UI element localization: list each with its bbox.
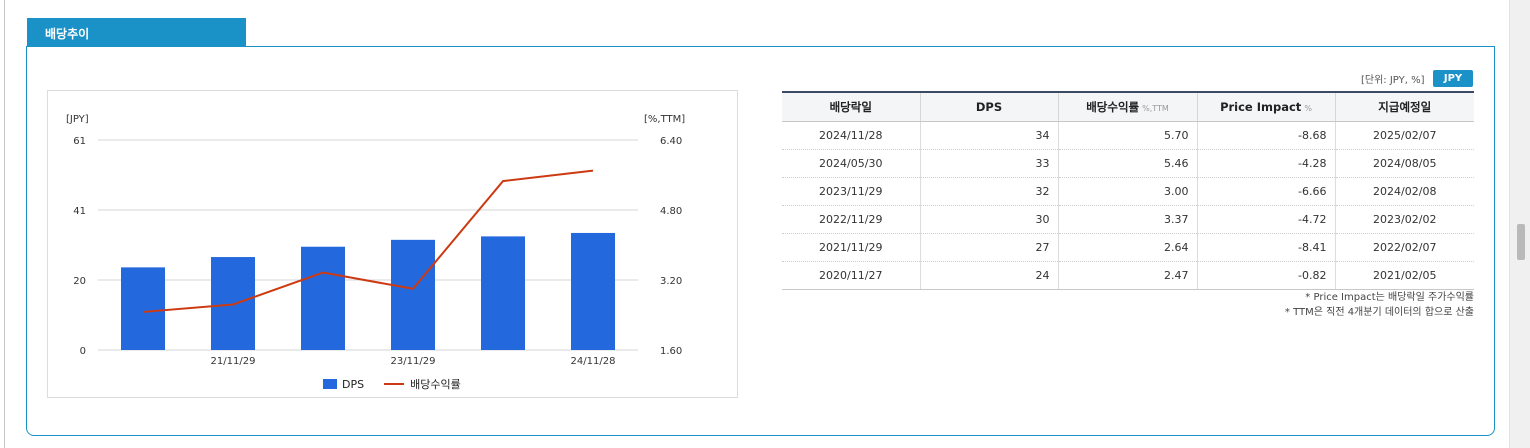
table-row: 2024/11/28 34 5.70 -8.68 2025/02/07 xyxy=(782,121,1474,150)
note-price-impact: * Price Impact는 배당락일 주가수익률 xyxy=(1305,292,1474,303)
x-tick-label: 23/11/29 xyxy=(391,356,436,367)
table-cell: -4.28 xyxy=(1196,149,1335,178)
table-header-label: DPS xyxy=(975,99,1003,114)
table-cell: 3.37 xyxy=(1057,205,1197,234)
table-cell: 2.47 xyxy=(1057,261,1197,290)
table-cell: 5.70 xyxy=(1057,121,1197,150)
table-cell: -6.66 xyxy=(1196,177,1335,206)
table-cell: 32 xyxy=(919,177,1058,206)
table-cell: 2.64 xyxy=(1057,233,1197,262)
dps-bar xyxy=(301,246,345,350)
table-cell: 2022/02/07 xyxy=(1334,233,1474,262)
table-header-cell: DPS xyxy=(919,91,1058,122)
legend-dps-label: DPS xyxy=(342,377,365,391)
right-axis-unit: [%,TTM] xyxy=(644,114,685,125)
table-cell: 2021/02/05 xyxy=(1334,261,1474,290)
x-tick-label: 24/11/28 xyxy=(571,356,616,367)
table-header-unit: % xyxy=(1304,103,1312,113)
table-cell: 27 xyxy=(919,233,1058,262)
legend-yield-swatch xyxy=(384,383,405,385)
table-header-row: 배당락일 DPS 배당수익률 %,TTM Price Impact% 지급예정일 xyxy=(782,91,1474,122)
table-cell: 2021/11/29 xyxy=(782,233,920,262)
table-cell: 3.00 xyxy=(1057,177,1197,206)
left-tick-label: 20 xyxy=(73,276,86,287)
dividend-chart: [JPY] [%,TTM] 61 6.40 41 4.80 20 3.20 0 1.60 21/11… xyxy=(47,90,738,398)
yield-line xyxy=(142,169,594,313)
unit-note: [단위: JPY, %] xyxy=(1361,75,1425,86)
table-cell: -8.68 xyxy=(1196,121,1335,150)
table-row: 2024/05/30 33 5.46 -4.28 2024/08/05 xyxy=(782,149,1474,178)
x-tick-label: 21/11/29 xyxy=(211,356,256,367)
table-cell: 2024/05/30 xyxy=(782,149,920,178)
table-row: 2020/11/27 24 2.47 -0.82 2021/02/05 xyxy=(782,261,1474,290)
table-cell: 2023/11/29 xyxy=(782,177,920,206)
table-header-cell: 배당락일 xyxy=(782,91,920,122)
table-cell: 2024/11/28 xyxy=(782,121,920,150)
chart-svg: [JPY] [%,TTM] 61 6.40 41 4.80 20 3.20 0 1.60 21/11… xyxy=(66,114,685,367)
vertical-scrollbar[interactable] xyxy=(1509,0,1530,448)
table-cell: 30 xyxy=(919,205,1058,234)
scrollbar-thumb[interactable] xyxy=(1517,224,1525,260)
dps-bar xyxy=(571,232,615,350)
table-cell: 2022/11/29 xyxy=(782,205,920,234)
dps-bar xyxy=(121,267,165,350)
dividend-table: 배당락일 DPS 배당수익률 %,TTM Price Impact% 지급예정일 2024… xyxy=(782,91,1474,290)
table-header-label: Price Impact xyxy=(1220,99,1302,114)
dps-bar xyxy=(481,236,525,350)
table-header-label: 배당락일 xyxy=(829,99,872,114)
section-title: 배당추이 xyxy=(27,18,246,46)
table-header-label: 지급예정일 xyxy=(1378,99,1432,114)
table-cell: 2024/08/05 xyxy=(1334,149,1474,178)
table-cell: 5.46 xyxy=(1057,149,1197,178)
table-cell: 24 xyxy=(919,261,1058,290)
page-border xyxy=(4,0,5,448)
table-header-label: 배당수익률 xyxy=(1086,99,1140,114)
table-header-cell: Price Impact% xyxy=(1196,91,1335,122)
currency-toggle-button[interactable]: JPY xyxy=(1433,70,1473,87)
left-tick-label: 0 xyxy=(80,346,86,357)
table-cell: -8.41 xyxy=(1196,233,1335,262)
table-header-unit: %,TTM xyxy=(1142,103,1169,113)
table-row: 2023/11/29 32 3.00 -6.66 2024/02/08 xyxy=(782,177,1474,206)
table-cell: 2024/02/08 xyxy=(1334,177,1474,206)
table-cell: -0.82 xyxy=(1196,261,1335,290)
note-ttm: * TTM은 직전 4개분기 데이터의 합으로 산출 xyxy=(1284,307,1474,318)
table-header-cell: 지급예정일 xyxy=(1334,91,1474,122)
left-axis-unit: [JPY] xyxy=(66,114,89,125)
table-cell: -4.72 xyxy=(1196,205,1335,234)
right-tick-label: 4.80 xyxy=(660,206,682,217)
dps-bar xyxy=(391,239,435,350)
table-row: 2021/11/29 27 2.64 -8.41 2022/02/07 xyxy=(782,233,1474,262)
table-cell: 33 xyxy=(919,149,1058,178)
table-header-cell: 배당수익률 %,TTM xyxy=(1057,91,1197,122)
legend-yield-label: 배당수익률 xyxy=(410,378,461,391)
legend-dps-swatch xyxy=(323,379,337,389)
left-tick-label: 41 xyxy=(73,206,86,217)
table-cell: 34 xyxy=(919,121,1058,150)
right-tick-label: 1.60 xyxy=(660,346,682,357)
left-tick-label: 61 xyxy=(73,136,86,147)
table-row: 2022/11/29 30 3.37 -4.72 2023/02/02 xyxy=(782,205,1474,234)
table-cell: 2020/11/27 xyxy=(782,261,920,290)
table-cell: 2023/02/02 xyxy=(1334,205,1474,234)
right-tick-label: 3.20 xyxy=(660,276,682,287)
table-body: 2024/11/28 34 5.70 -8.68 2025/02/07 2024/05/3… xyxy=(782,121,1474,290)
right-tick-label: 6.40 xyxy=(660,136,682,147)
table-cell: 2025/02/07 xyxy=(1334,121,1474,150)
chart-legend: DPS 배당수익률 xyxy=(323,376,461,392)
